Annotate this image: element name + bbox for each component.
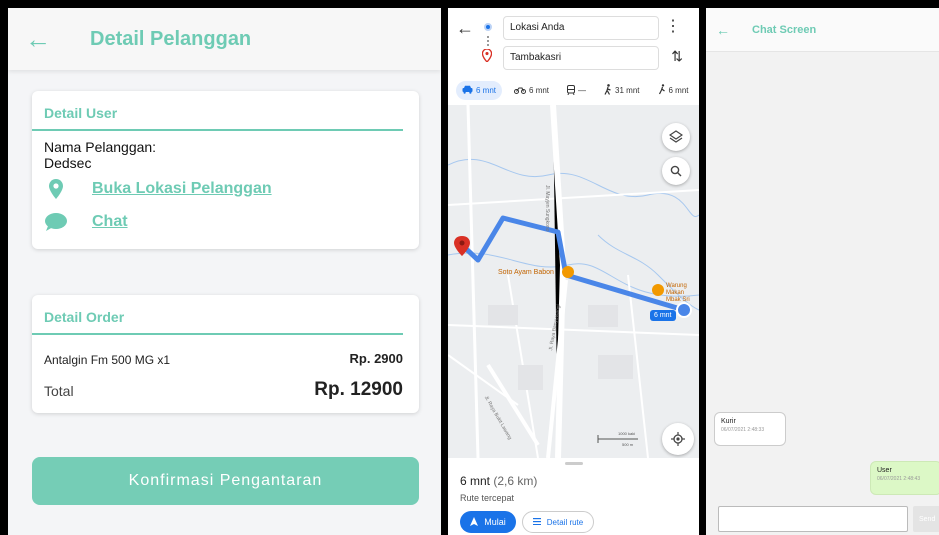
- order-item-name: Antalgin Fm 500 MG x1: [44, 353, 171, 367]
- navigation-arrow-icon: [470, 516, 479, 528]
- search-icon[interactable]: [662, 157, 690, 185]
- mode-bike-label: 6 mnt: [668, 86, 689, 95]
- scale-label: 1000 kaki: [618, 431, 636, 436]
- message-time: 06/07/2021 2:48:43: [877, 476, 921, 482]
- chat-bubble-icon: [44, 213, 68, 231]
- mode-car[interactable]: 6 mnt: [456, 81, 503, 100]
- bike-icon: [658, 84, 666, 97]
- more-options-icon[interactable]: ⋮: [665, 16, 681, 36]
- open-location-label[interactable]: Buka Lokasi Pelanggan: [92, 180, 272, 198]
- car-icon: [462, 85, 473, 96]
- origin-input[interactable]: Lokasi Anda: [503, 16, 659, 40]
- chat-screen: ← Chat Screen Kurir 06/07/2021 2:48:33 U…: [706, 8, 939, 535]
- maps-route-screen: ← Lokasi Anda Tambakasri ⋮ ⇅ 6 mnt 6 mnt: [448, 8, 699, 535]
- origin-car-icon: [676, 302, 692, 318]
- location-pin-icon: [44, 179, 68, 199]
- order-detail-card: Detail Order Antalgin Fm 500 MG x1 Rp. 2…: [32, 295, 419, 413]
- mode-walk[interactable]: 31 mnt: [598, 80, 645, 101]
- scale-label: 500 m: [622, 442, 634, 447]
- user-card-header: Detail User: [32, 91, 403, 131]
- map-canvas: [448, 104, 699, 459]
- chat-label[interactable]: Chat: [92, 213, 128, 231]
- mode-motorbike-label: 6 mnt: [529, 86, 550, 95]
- restaurant-poi-icon: [562, 266, 574, 278]
- send-button[interactable]: Send: [913, 506, 939, 532]
- confirm-delivery-button[interactable]: Konfirmasi Pengantaran: [32, 457, 419, 505]
- total-value: Rp. 12900: [314, 379, 403, 400]
- sheet-grip[interactable]: [565, 462, 583, 465]
- order-item-price: Rp. 2900: [349, 351, 403, 366]
- travel-modes: 6 mnt 6 mnt — 31 mnt 6 mnt: [456, 80, 695, 101]
- customer-name-value: Dedsec: [44, 155, 92, 171]
- mode-car-label: 6 mnt: [476, 86, 497, 95]
- back-arrow-icon[interactable]: ←: [456, 18, 474, 39]
- walk-icon: [604, 84, 612, 97]
- app-bar: ← Detail Pelanggan: [8, 8, 441, 70]
- route-time-badge: 6 mnt: [650, 310, 676, 321]
- route-type-label: Rute tercepat: [460, 493, 515, 503]
- start-label: Mulai: [484, 517, 506, 527]
- mode-motorbike[interactable]: 6 mnt: [508, 82, 555, 100]
- destination-pin-icon: [481, 48, 493, 67]
- route-details-label: Detail rute: [546, 517, 584, 527]
- route-connector: [487, 36, 489, 46]
- list-icon: [532, 517, 541, 527]
- mode-transit-label: —: [578, 86, 587, 95]
- customer-name-label: Nama Pelanggan:: [44, 139, 157, 155]
- message-time: 06/07/2021 2:48:33: [721, 427, 765, 433]
- map-road-label: Jl. Mayjen Sungkono: [544, 185, 550, 232]
- message-input[interactable]: [718, 506, 908, 532]
- mode-transit[interactable]: —: [561, 81, 592, 101]
- eta-time: 6 mnt: [460, 474, 491, 488]
- map-poi-label[interactable]: Warung Makan Mbak Sri: [666, 283, 698, 304]
- total-label: Total: [44, 383, 74, 399]
- transit-icon: [567, 84, 576, 97]
- app-bar: ← Chat Screen: [706, 8, 939, 52]
- route-summary-sheet: 6 mnt (2,6 km) Rute tercepat Mulai Detai…: [448, 458, 699, 535]
- route-details-button[interactable]: Detail rute: [522, 511, 594, 533]
- mode-walk-label: 31 mnt: [615, 86, 640, 95]
- origin-dot-icon: [484, 23, 492, 31]
- start-navigation-button[interactable]: Mulai: [460, 511, 516, 533]
- map-poi-label[interactable]: Soto Ayam Babon: [498, 269, 554, 276]
- layers-icon[interactable]: [662, 123, 690, 151]
- destination-input[interactable]: Tambakasri: [503, 46, 659, 70]
- page-title: Detail Pelanggan: [90, 27, 252, 50]
- message-sender: Kurir: [721, 418, 736, 425]
- route-map[interactable]: Jl. Mayjen Sungkono Jl. Raya Banyuwangi …: [448, 104, 699, 459]
- order-card-header: Detail Order: [32, 295, 403, 335]
- route-eta: 6 mnt (2,6 km): [460, 474, 537, 488]
- motorbike-icon: [514, 86, 527, 96]
- open-location-link[interactable]: Buka Lokasi Pelanggan: [44, 179, 272, 199]
- back-arrow-icon[interactable]: ←: [716, 22, 730, 38]
- swap-icon[interactable]: ⇅: [671, 48, 683, 65]
- page-title: Chat Screen: [752, 23, 817, 36]
- directions-header: ← Lokasi Anda Tambakasri ⋮ ⇅ 6 mnt 6 mnt: [448, 8, 699, 108]
- chat-message-sent: User 06/07/2021 2:48:43: [870, 461, 939, 495]
- customer-detail-screen: ← Detail Pelanggan Detail User Nama Pela…: [8, 8, 441, 535]
- restaurant-poi-icon: [652, 284, 664, 296]
- back-arrow-icon[interactable]: ←: [8, 24, 68, 55]
- my-location-icon[interactable]: [662, 423, 694, 455]
- mode-bike[interactable]: 6 mnt: [652, 80, 695, 101]
- chat-link[interactable]: Chat: [44, 213, 128, 231]
- user-detail-card: Detail User Nama Pelanggan: Dedsec Buka …: [32, 91, 419, 249]
- message-sender: User: [877, 467, 892, 474]
- chat-message-received: Kurir 06/07/2021 2:48:33: [714, 412, 786, 446]
- eta-distance: (2,6 km): [493, 474, 538, 488]
